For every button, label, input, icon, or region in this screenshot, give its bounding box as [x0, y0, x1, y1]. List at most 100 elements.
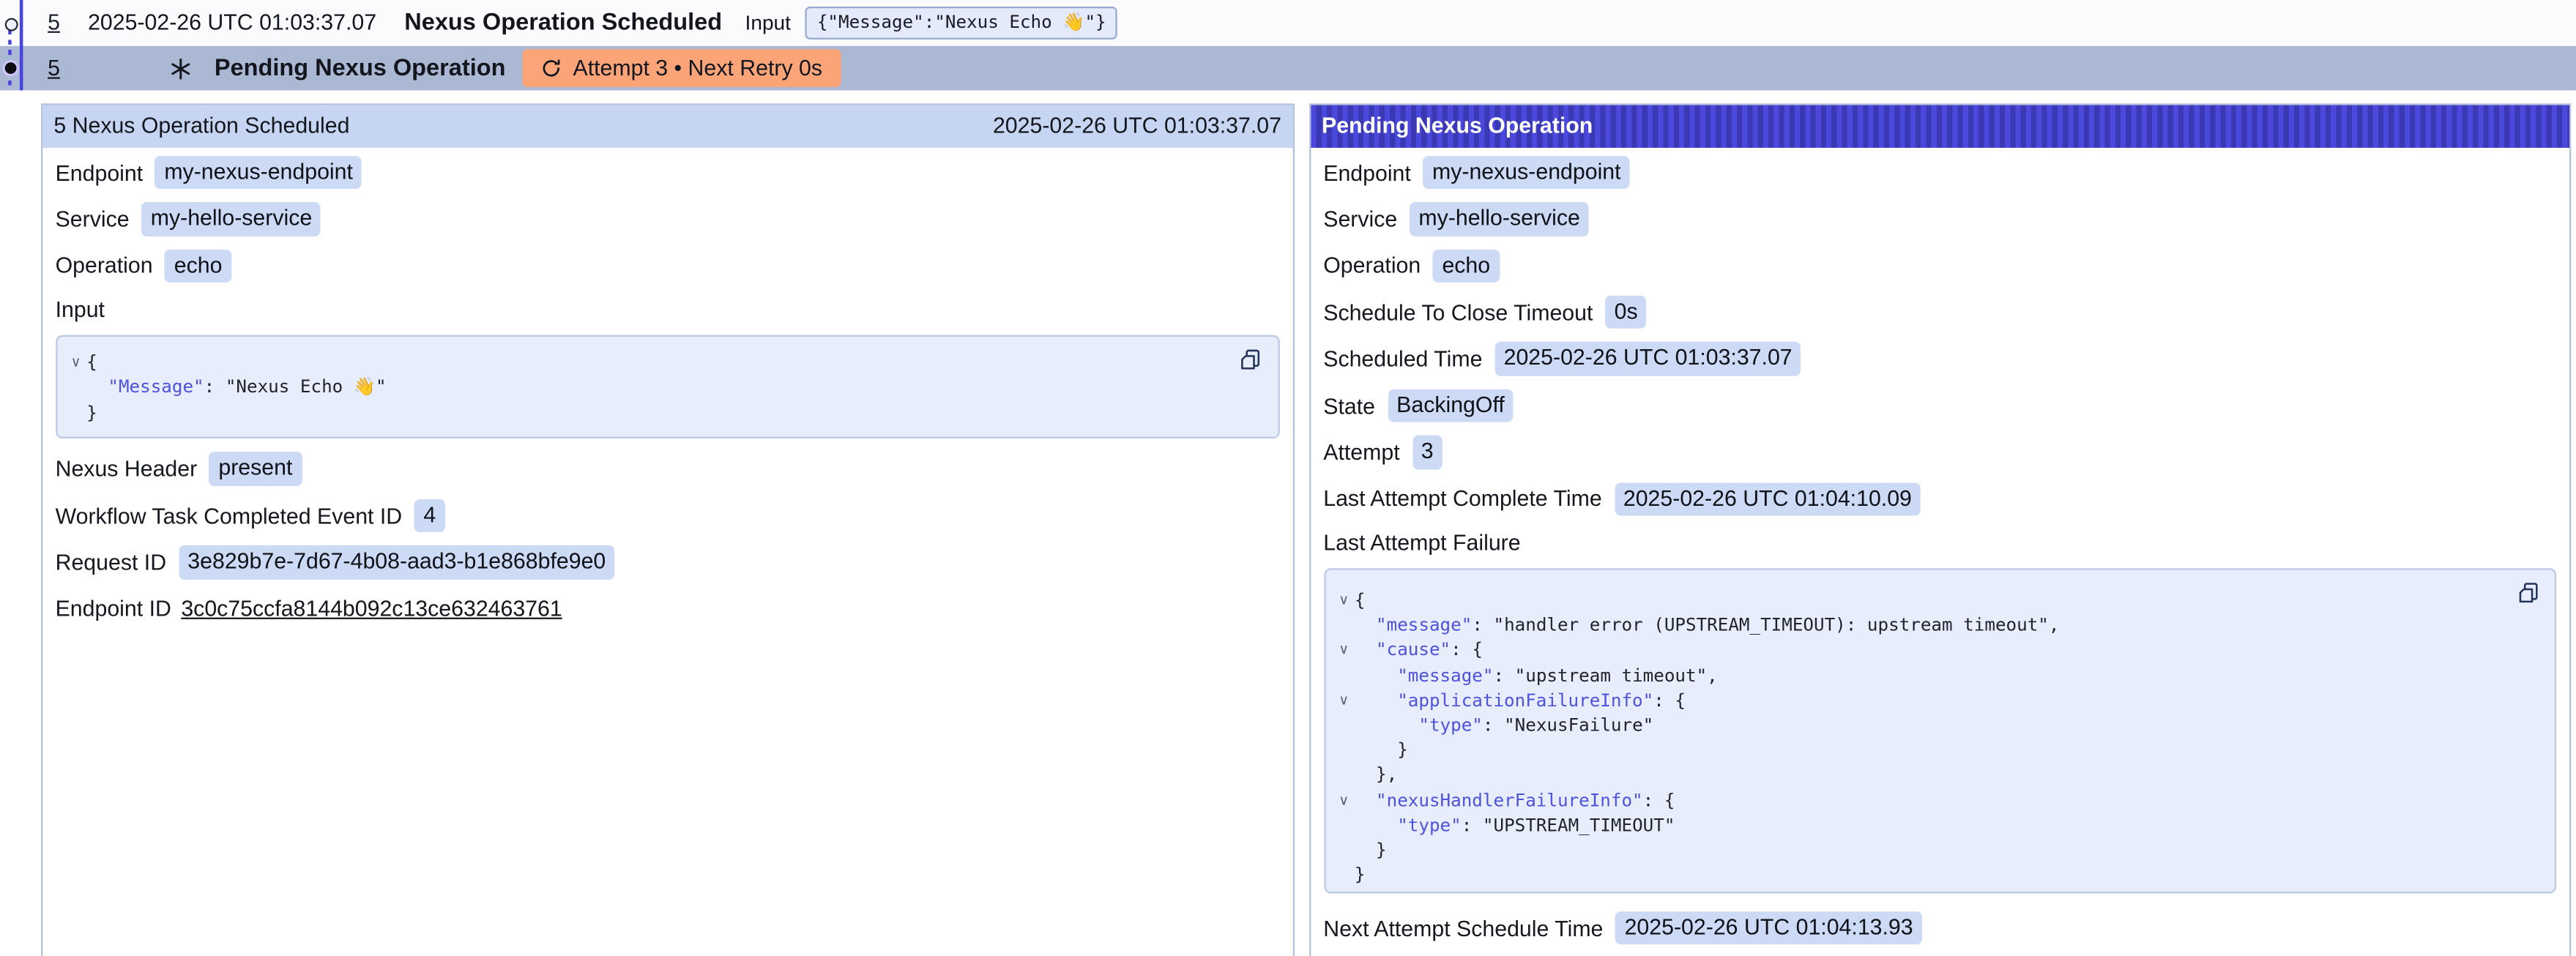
field-row-next-attempt: Next Attempt Schedule Time 2025-02-26 UT… — [1323, 911, 2557, 945]
code-line: ∨ "applicationFailureInfo": { — [1333, 688, 2539, 713]
field-label: Endpoint ID — [56, 597, 171, 621]
field-label: Endpoint — [1323, 160, 1411, 185]
field-label: State — [1323, 393, 1375, 418]
field-row-last-attempt-complete: Last Attempt Complete Time 2025-02-26 UT… — [1323, 482, 2557, 516]
field-value-badge: my-hello-service — [1410, 203, 1589, 236]
event-title: Nexus Operation Scheduled — [404, 10, 722, 36]
json-text: }, — [1355, 764, 1397, 785]
json-key: "nexusHandlerFailureInfo" — [1355, 789, 1643, 810]
field-label: Next Attempt Schedule Time — [1323, 916, 1603, 941]
code-line: ∨ "nexusHandlerFailureInfo": { — [1333, 788, 2539, 813]
event-input-preview-badge: {"Message":"Nexus Echo 👋"} — [805, 7, 1117, 40]
code-line: ∨ { — [1333, 588, 2539, 613]
scheduled-panel-header: 5 Nexus Operation Scheduled 2025-02-26 U… — [42, 105, 1293, 148]
json-text: : "UPSTREAM_TIMEOUT" — [1462, 814, 1675, 835]
json-text: { — [1355, 590, 1366, 611]
pending-panel-header: Pending Nexus Operation — [1310, 105, 2570, 148]
code-line: ∨ "cause": { — [1333, 638, 2539, 662]
field-row-service: Service my-hello-service — [56, 203, 1280, 236]
field-row-endpoint-id: Endpoint ID 3c0c75ccfa8144b092c13ce63246… — [56, 592, 1280, 626]
code-line: "type": "NexusFailure" — [1333, 713, 2539, 738]
input-section-label: Input — [56, 296, 1280, 324]
json-key: "Message" — [86, 377, 204, 398]
json-text: { — [86, 351, 97, 373]
json-key: "message" — [1355, 615, 1472, 636]
field-label: Operation — [1323, 253, 1421, 278]
json-text: : "handler error (UPSTREAM_TIMEOUT): ups… — [1472, 615, 2059, 636]
field-row-attempt: Attempt 3 — [1323, 436, 2557, 469]
field-value-badge: 3 — [1412, 436, 1443, 469]
event-id-link[interactable]: 5 — [48, 10, 60, 35]
field-label: Operation — [56, 253, 153, 278]
timeline-dashed-connector — [9, 29, 12, 91]
json-text: : { — [1653, 690, 1686, 711]
field-label: Attempt — [1323, 440, 1399, 465]
field-value-badge: my-hello-service — [141, 203, 321, 236]
json-text: : "Nexus Echo 👋" — [204, 377, 387, 398]
pending-title: Pending Nexus Operation — [215, 55, 506, 81]
field-label: Service — [56, 207, 130, 232]
field-value-badge: 4 — [414, 499, 445, 533]
code-line: } — [1333, 862, 2539, 887]
code-line: "type": "UPSTREAM_TIMEOUT" — [1333, 813, 2539, 837]
field-label: Service — [1323, 207, 1397, 232]
field-row-state: State BackingOff — [1323, 389, 2557, 422]
pending-event-id-link[interactable]: 5 — [48, 56, 60, 81]
field-label: Scheduled Time — [1323, 347, 1482, 372]
retry-attempt-text: Attempt 3 • Next Retry 0s — [573, 56, 822, 81]
scheduled-panel-body: Endpoint my-nexus-endpoint Service my-he… — [42, 148, 1293, 626]
json-key: "type" — [1355, 814, 1462, 835]
chevron-down-icon[interactable]: ∨ — [65, 350, 86, 375]
field-row-endpoint: Endpoint my-nexus-endpoint — [1323, 156, 2557, 190]
field-row-wft-completed-id: Workflow Task Completed Event ID 4 — [56, 499, 1280, 533]
field-row-endpoint: Endpoint my-nexus-endpoint — [56, 156, 1280, 190]
scheduled-panel-title: 5 Nexus Operation Scheduled — [53, 114, 349, 139]
scheduled-event-panel: 5 Nexus Operation Scheduled 2025-02-26 U… — [40, 103, 1295, 956]
event-row-pending[interactable]: 5 Pending Nexus Operation Attempt 3 • Ne… — [0, 45, 2576, 91]
code-line: } — [65, 400, 1262, 425]
json-text: : { — [1451, 640, 1483, 661]
json-text: : "NexusFailure" — [1483, 714, 1653, 736]
json-key: "type" — [1355, 714, 1483, 736]
json-text: } — [86, 402, 97, 423]
retry-attempt-badge: Attempt 3 • Next Retry 0s — [522, 49, 841, 87]
chevron-down-icon[interactable]: ∨ — [1333, 788, 1355, 813]
chevron-down-icon[interactable]: ∨ — [1333, 588, 1355, 613]
event-input-label: Input — [745, 11, 791, 34]
pending-operation-panel: Pending Nexus Operation Endpoint my-nexu… — [1309, 103, 2572, 956]
endpoint-id-link[interactable]: 3c0c75ccfa8144b092c13ce632463761 — [181, 597, 562, 621]
field-value-badge: my-nexus-endpoint — [155, 156, 362, 190]
field-label: Nexus Header — [56, 457, 198, 482]
code-line: ∨ { — [65, 350, 1262, 375]
field-label: Workflow Task Completed Event ID — [56, 504, 403, 529]
field-value-badge: 3e829b7e-7d67-4b08-aad3-b1e868bfe9e0 — [179, 545, 615, 579]
event-timestamp: 2025-02-26 UTC 01:03:37.07 — [88, 10, 376, 35]
field-value-badge: echo — [1433, 249, 1499, 283]
field-value-badge: 2025-02-26 UTC 01:03:37.07 — [1494, 343, 1801, 376]
field-label: Endpoint — [56, 160, 144, 185]
retry-circular-arrow-icon — [540, 58, 562, 79]
field-label: Request ID — [56, 550, 167, 575]
json-key: "message" — [1355, 665, 1494, 686]
json-text: : { — [1643, 789, 1675, 810]
input-code-block: ∨ { "Message": "Nexus Echo 👋" } — [56, 335, 1280, 439]
field-label: Schedule To Close Timeout — [1323, 300, 1593, 325]
copy-icon[interactable] — [2516, 581, 2541, 608]
code-line: "message": "upstream timeout", — [1333, 662, 2539, 687]
chevron-down-icon[interactable]: ∨ — [1333, 638, 1355, 662]
json-key: "cause" — [1355, 640, 1451, 661]
failure-section-label: Last Attempt Failure — [1323, 529, 2557, 556]
event-row-scheduled[interactable]: 5 2025-02-26 UTC 01:03:37.07 Nexus Opera… — [0, 0, 2576, 45]
copy-icon[interactable] — [1239, 348, 1264, 375]
chevron-down-icon[interactable]: ∨ — [1333, 688, 1355, 713]
field-value-badge: BackingOff — [1388, 389, 1514, 422]
json-text: } — [1355, 739, 1408, 761]
field-value-badge: 0s — [1605, 296, 1647, 329]
field-row-scheduled-time: Scheduled Time 2025-02-26 UTC 01:03:37.0… — [1323, 343, 2557, 376]
pending-asterisk-icon — [168, 56, 191, 79]
field-value-badge: 2025-02-26 UTC 01:04:13.93 — [1615, 911, 1922, 945]
field-label: Last Attempt Complete Time — [1323, 487, 1601, 512]
field-row-operation: Operation echo — [56, 249, 1280, 283]
event-history-view: 5 2025-02-26 UTC 01:03:37.07 Nexus Opera… — [0, 0, 2576, 956]
pending-panel-body: Endpoint my-nexus-endpoint Service my-he… — [1310, 148, 2570, 945]
